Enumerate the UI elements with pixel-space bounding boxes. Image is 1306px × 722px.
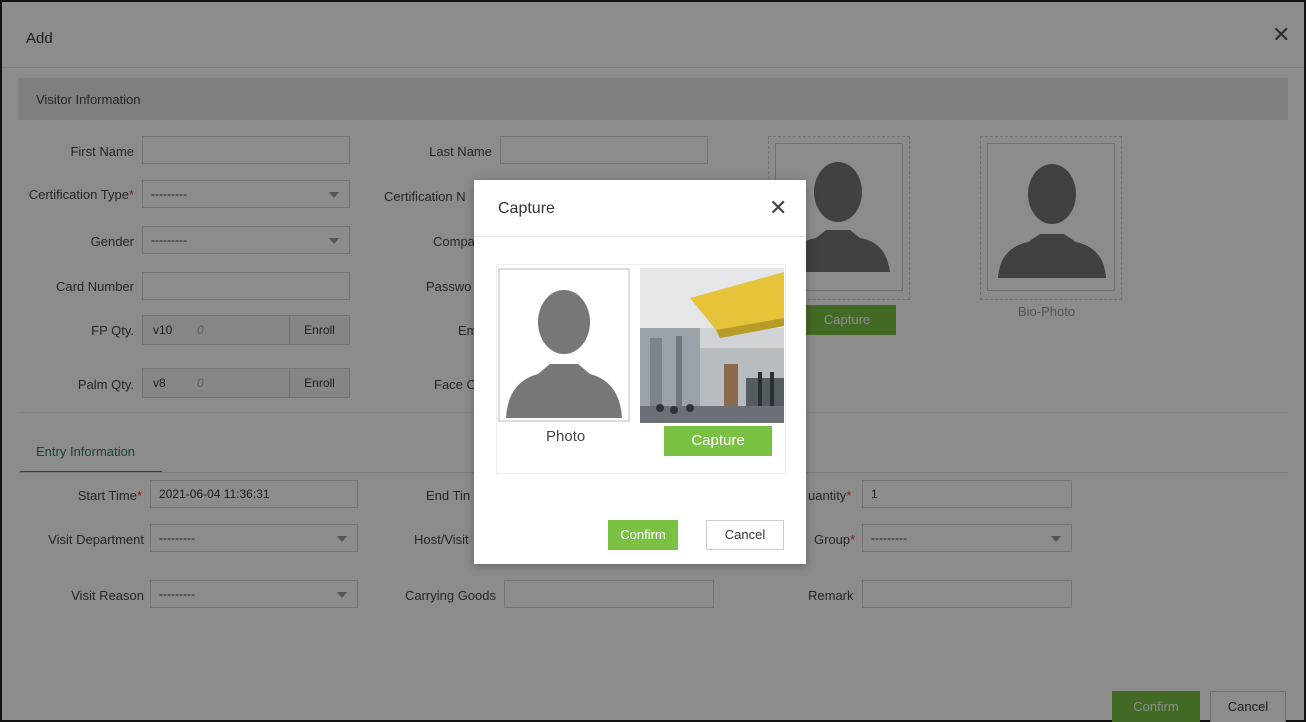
camera-feed-image (640, 268, 784, 423)
modal-title: Capture (498, 200, 555, 217)
photo-label: Photo (546, 428, 586, 445)
modal-divider (474, 236, 806, 237)
photo-preview-box (498, 268, 630, 422)
capture-button[interactable]: Capture (664, 426, 772, 456)
camera-feed (640, 268, 784, 423)
modal-cancel-button[interactable]: Cancel (706, 520, 784, 550)
person-avatar-icon (506, 290, 622, 418)
modal-confirm-button[interactable]: Confirm (608, 520, 678, 550)
close-icon[interactable]: ✕ (769, 197, 787, 219)
capture-modal: Capture ✕ Photo Capture Confirm Cancel (474, 180, 806, 564)
